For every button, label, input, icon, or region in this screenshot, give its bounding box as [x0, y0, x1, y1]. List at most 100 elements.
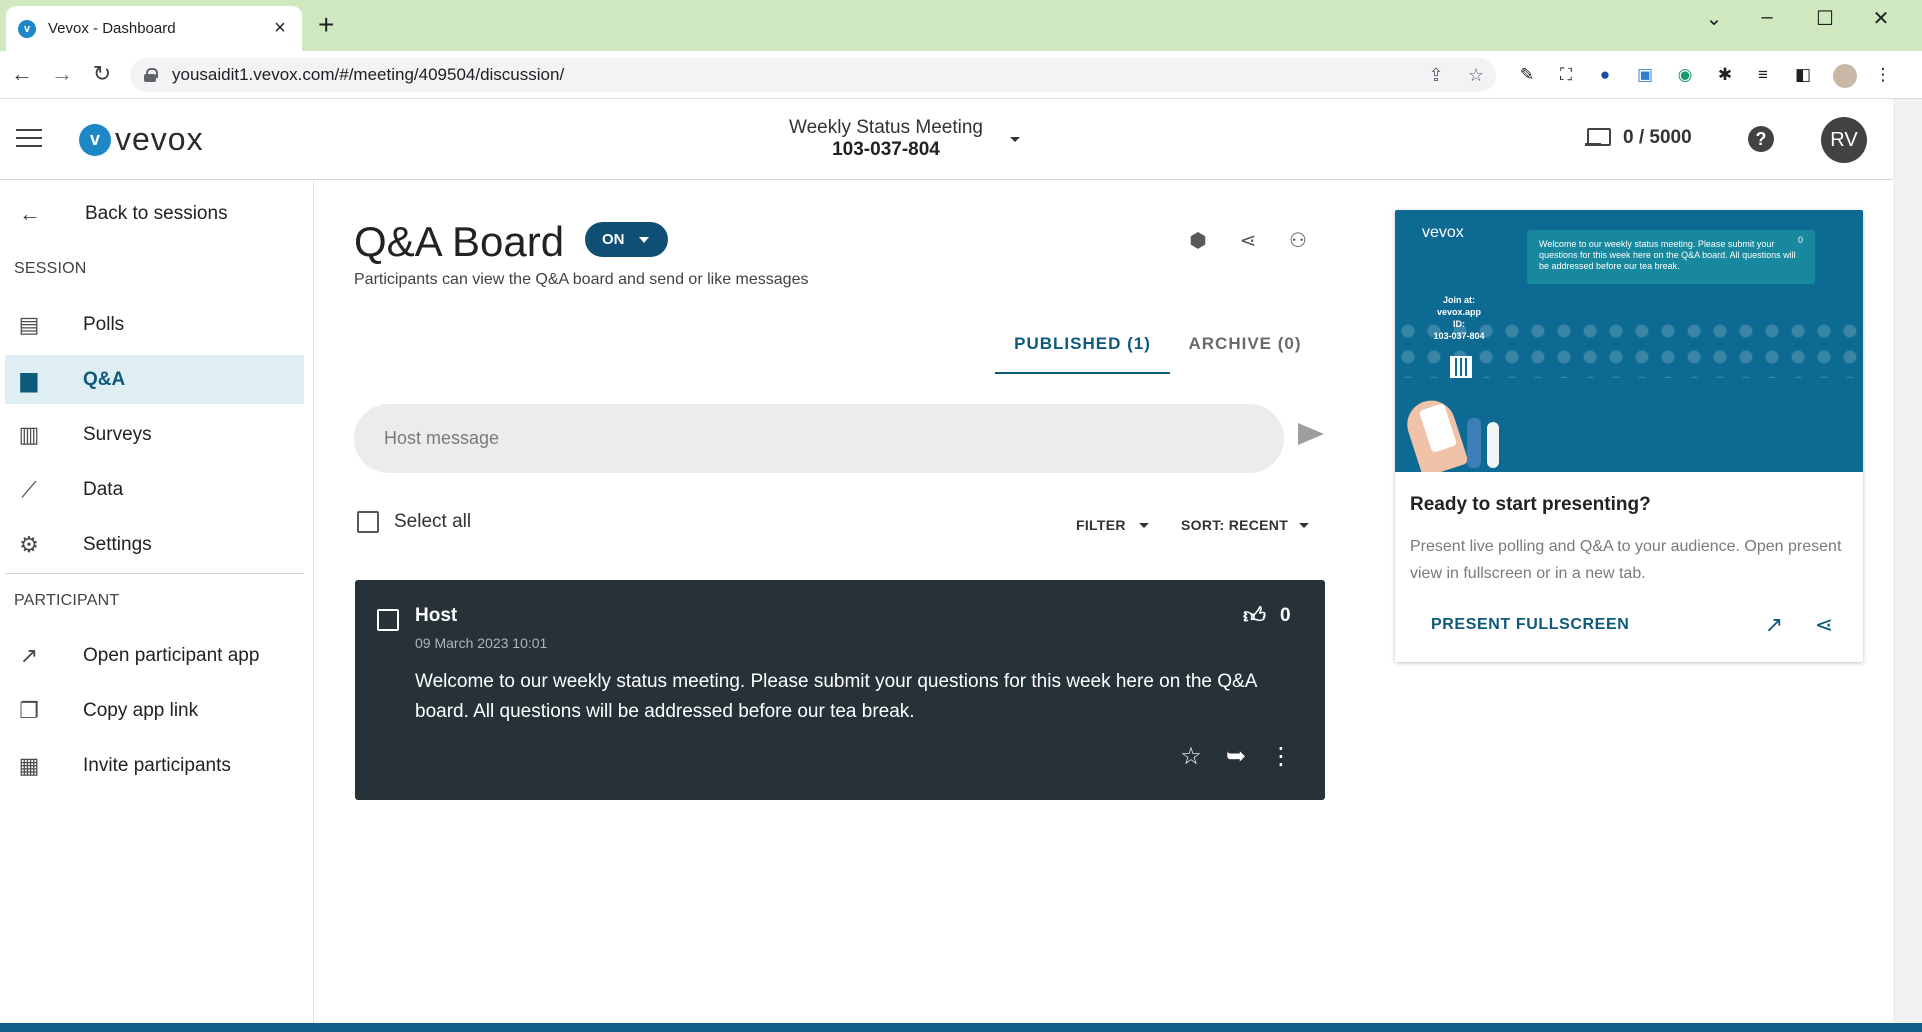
share-page-icon[interactable]: ⇪ [1416, 65, 1456, 86]
bookmark-star-icon[interactable]: ☆ [1456, 65, 1496, 86]
vevox-favicon-icon: v [18, 19, 36, 38]
preview-join-info: Join at: vevox.app ID: 103-037-804 [1395, 294, 1523, 342]
send-icon[interactable] [1298, 423, 1324, 445]
app-header: v vevox Weekly Status Meeting 103-037-80… [0, 99, 1893, 180]
minimize-icon[interactable]: – [1752, 6, 1782, 29]
present-description: Present live polling and Q&A to your aud… [1410, 538, 1842, 582]
sidebar-item-label: Q&A [83, 368, 126, 390]
page-scrollbar[interactable] [1893, 99, 1922, 1023]
sidebar-item-label: Polls [83, 313, 125, 335]
preview-logo: vevox [1422, 224, 1464, 241]
address-bar[interactable]: yousaidit1.vevox.com/#/meeting/409504/di… [130, 58, 1496, 92]
page-subtitle: Participants can view the Q&A board and … [354, 271, 809, 288]
sidebar-item-open-participant-app[interactable]: ↗ Open participant app [5, 631, 304, 680]
preview-id-label: ID: [1453, 319, 1465, 329]
shield-extension-icon[interactable]: ● [1594, 64, 1616, 86]
devices-icon [1585, 127, 1613, 149]
session-heading: SESSION [14, 260, 87, 277]
back-to-sessions-button[interactable]: ← Back to sessions [0, 192, 314, 236]
taskbar-strip [0, 1023, 1922, 1032]
screenshot-extension-icon[interactable]: ⛶ [1555, 64, 1577, 86]
label-tag-icon[interactable]: ⬢ [1185, 228, 1211, 254]
sidebar-item-invite-participants[interactable]: ▦ Invite participants [5, 741, 304, 790]
preview-join-at: Join at: [1442, 295, 1475, 305]
device-count: 0 / 5000 [1623, 127, 1692, 148]
sidebar-item-surveys[interactable]: ▥ Surveys [5, 410, 304, 459]
clipboard-icon: ▥ [18, 421, 40, 447]
grammar-extension-icon[interactable]: ◉ [1674, 64, 1696, 86]
present-fullscreen-button[interactable]: PRESENT FULLSCREEN [1431, 616, 1629, 634]
message-date: 09 March 2023 10:01 [415, 635, 548, 651]
save-extension-icon[interactable]: ▣ [1634, 64, 1656, 86]
preview-id: 103-037-804 [1433, 331, 1485, 341]
tab-archive[interactable]: ARCHIVE (0) [1170, 320, 1320, 374]
like-counter[interactable]: 👍︎ 0 [1243, 602, 1291, 629]
meeting-name: Weekly Status Meeting [789, 117, 983, 138]
present-preview-image[interactable]: vevox Welcome to our weekly status meeti… [1395, 210, 1863, 472]
back-arrow-icon[interactable]: ← [8, 61, 36, 87]
message-text: Welcome to our weekly status meeting. Pl… [415, 671, 1257, 722]
profile-avatar-icon[interactable] [1833, 64, 1857, 88]
message-card: Host 09 March 2023 10:01 👍︎ 0 Welcome to… [355, 580, 1325, 800]
share-icon[interactable]: ⋖ [1235, 228, 1261, 254]
open-external-icon: ↗ [19, 642, 39, 668]
host-message-input[interactable] [354, 404, 1284, 473]
browser-tabbar: v Vevox - Dashboard × + ⌄ – ☐ ✕ [0, 0, 1922, 51]
calendar-icon: ▦ [18, 752, 40, 778]
sidebar-item-settings[interactable]: ⚙ Settings [5, 520, 304, 569]
hamburger-menu-icon[interactable] [16, 129, 42, 149]
qr-code-icon [1450, 356, 1472, 378]
open-new-tab-icon[interactable]: ↗ [1760, 611, 1788, 639]
sidebar: ← Back to sessions SESSION ▤ Polls ▆ Q&A… [0, 180, 314, 1023]
sort-caret-icon[interactable] [1299, 523, 1309, 528]
sidebar-item-copy-app-link[interactable]: ❐ Copy app link [5, 686, 304, 735]
like-count: 0 [1280, 604, 1291, 626]
address-url[interactable]: yousaidit1.vevox.com/#/meeting/409504/di… [172, 65, 1416, 85]
side-panel-icon[interactable]: ◧ [1792, 64, 1814, 86]
maximize-icon[interactable]: ☐ [1810, 6, 1840, 31]
media-control-icon[interactable]: ≡ [1752, 64, 1774, 86]
sidebar-item-label: Data [83, 478, 124, 500]
forward-arrow-icon[interactable]: → [48, 61, 76, 87]
sidebar-item-data[interactable]: ⟋ Data [5, 465, 304, 514]
sidebar-item-polls[interactable]: ▤ Polls [5, 300, 304, 349]
filter-dropdown[interactable]: FILTER [1076, 517, 1126, 533]
pen-extension-icon[interactable]: ✎ [1516, 64, 1538, 86]
preview-message: Welcome to our weekly status meeting. Pl… [1539, 239, 1796, 271]
qa-status-toggle[interactable]: ON [585, 222, 668, 257]
meeting-dropdown-caret-icon[interactable] [1010, 137, 1020, 142]
vevox-logo[interactable]: v vevox [79, 121, 204, 158]
thumbs-up-icon: 👍︎ [1243, 603, 1266, 628]
present-title: Ready to start presenting? [1410, 494, 1651, 515]
sidebar-divider [5, 573, 304, 574]
more-options-icon[interactable]: ⋮ [1267, 743, 1295, 771]
sidebar-item-label: Copy app link [83, 699, 199, 721]
tab-search-chevron-icon[interactable]: ⌄ [1699, 6, 1729, 31]
sidebar-item-label: Open participant app [83, 644, 260, 666]
meeting-selector[interactable]: Weekly Status Meeting 103-037-804 [770, 117, 1002, 161]
extensions-puzzle-icon[interactable]: ✱ [1714, 64, 1736, 86]
browser-tab[interactable]: v Vevox - Dashboard × [6, 6, 302, 51]
browser-toolbar: ← → ↻ yousaidit1.vevox.com/#/meeting/409… [0, 51, 1922, 99]
toggle-label: ON [602, 231, 625, 248]
star-icon[interactable]: ☆ [1177, 743, 1205, 771]
sort-dropdown[interactable]: SORT: RECENT [1181, 517, 1288, 533]
share-icon[interactable]: ⋖ [1810, 611, 1838, 639]
user-avatar[interactable]: RV [1821, 117, 1867, 163]
message-checkbox[interactable] [377, 609, 399, 631]
preview-message-bubble: Welcome to our weekly status meeting. Pl… [1527, 230, 1815, 284]
reload-icon[interactable]: ↻ [88, 61, 116, 87]
new-tab-button[interactable]: + [318, 11, 334, 39]
help-icon[interactable]: ? [1748, 126, 1774, 152]
move-to-folder-icon[interactable]: ➥ [1222, 743, 1250, 771]
sidebar-item-qa[interactable]: ▆ Q&A [5, 355, 304, 404]
filter-caret-icon[interactable] [1139, 523, 1149, 528]
tab-published[interactable]: PUBLISHED (1) [995, 320, 1170, 374]
window-close-icon[interactable]: ✕ [1866, 6, 1896, 31]
logo-wordmark: vevox [115, 121, 204, 157]
close-tab-icon[interactable]: × [270, 17, 290, 40]
select-all-checkbox[interactable] [357, 511, 379, 533]
browser-menu-icon[interactable]: ⋮ [1872, 64, 1894, 86]
participants-icon[interactable]: ⚇ [1285, 228, 1311, 254]
sidebar-item-label: Surveys [83, 423, 152, 445]
